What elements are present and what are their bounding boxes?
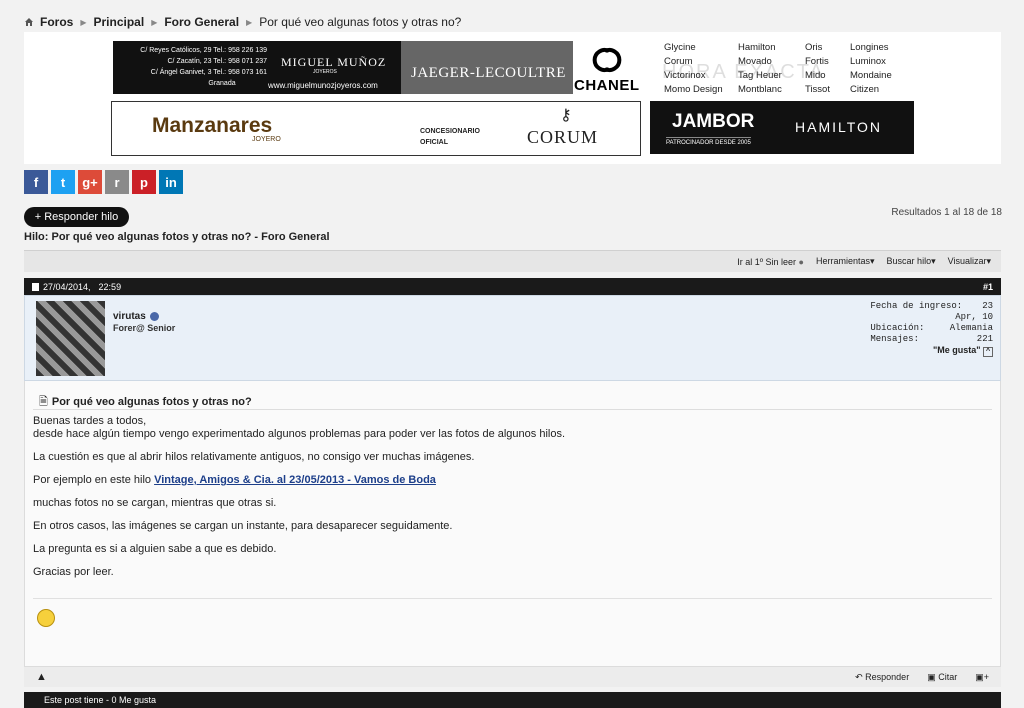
expand-icon[interactable]: ^ xyxy=(983,347,993,357)
breadcrumb-separator-icon: ▶ xyxy=(80,17,87,27)
post-user-panel: virutas Forer@ Senior Fecha de ingreso: 2… xyxy=(24,295,1001,381)
ad-web: www.miguelmunozjoyeros.com xyxy=(268,81,378,90)
smiley-icon xyxy=(37,609,55,627)
ad-brand-column: Longines Luminox Mondaine Citizen xyxy=(850,42,892,94)
ad-jaeger-lecoultre[interactable]: JAEGER-LECOULTRE xyxy=(401,41,573,94)
avatar[interactable] xyxy=(36,301,105,376)
breadcrumb-principal[interactable]: Principal xyxy=(94,15,145,29)
ad-jambor[interactable]: JAMBOR PATROCINADOR DESDE 2005 HAMILTON xyxy=(650,101,914,154)
post-title-icon: 🗎 xyxy=(39,396,48,408)
breadcrumb-current: Por qué veo algunas fotos y otras no? xyxy=(259,15,462,29)
user-rank: Forer@ Senior xyxy=(113,323,176,333)
ad-hora-exacta[interactable]: HORA EXACTA Glycine Corum Victorinox Momo D… xyxy=(652,41,916,94)
view-menu[interactable]: Visualizar▾ xyxy=(948,256,991,267)
likes-label: "Me gusta" ^ xyxy=(870,345,993,357)
first-unread-link[interactable]: Ir al 1º Sin leer ● xyxy=(737,257,804,267)
likes-footer: Este post tiene - 0 Me gusta xyxy=(24,692,1001,708)
divider xyxy=(33,409,992,410)
post-header: 27/04/2014, 22:59 #1 xyxy=(24,278,1001,295)
ad-jambor-brand: JAMBOR xyxy=(672,111,755,132)
breadcrumb-separator-icon: ▶ xyxy=(151,17,158,27)
results-count: Resultados 1 al 18 de 18 xyxy=(891,207,1002,218)
user-info: Fecha de ingreso: 23 Apr, 10 Ubicación: Al… xyxy=(870,301,993,357)
online-status-icon xyxy=(149,311,159,321)
pinterest-icon[interactable]: p xyxy=(132,170,156,194)
ad-sub: JOYERO xyxy=(252,136,281,143)
thread-toolbar: Ir al 1º Sin leer ● Herramientas▾ Buscar… xyxy=(24,250,1001,272)
ad-brand: JAEGER-LECOULTRE xyxy=(411,65,566,81)
tools-menu[interactable]: Herramientas▾ xyxy=(816,256,875,267)
twitter-icon[interactable]: t xyxy=(51,170,75,194)
ad-brand: Manzanares xyxy=(152,114,273,137)
post-time: 22:59 xyxy=(98,281,122,292)
post-actions: ▲ ↶ Responder ▣ Citar ▣+ xyxy=(24,667,1001,687)
ad-corum: CORUM xyxy=(527,127,599,147)
ad-concesionario: CONCESIONARIO OFICIAL xyxy=(420,128,480,146)
ad-brand-column: Hamilton Movado Tag Heuer Montblanc xyxy=(738,42,782,94)
reply-button[interactable]: ↶ Responder xyxy=(855,672,909,683)
ad-brand-column: Oris Fortis Mido Tissot xyxy=(805,42,830,94)
username[interactable]: virutas xyxy=(113,311,159,322)
quote-icon: ▣ xyxy=(927,671,936,682)
share-bar: f t g+ r p in xyxy=(24,170,183,194)
ad-hamilton: HAMILTON xyxy=(795,119,883,135)
ad-miguel-munoz[interactable]: C/ Reyes Católicos, 29 Tel.: 958 226 139… xyxy=(113,41,401,94)
ad-banner-panel: C/ Reyes Católicos, 29 Tel.: 958 226 139… xyxy=(24,32,1001,164)
facebook-icon[interactable]: f xyxy=(24,170,48,194)
ad-brand: CHANEL xyxy=(574,77,640,94)
chevron-down-icon: ▾ xyxy=(870,256,875,266)
quote-button[interactable]: ▣ Citar xyxy=(927,672,957,683)
post-document-icon xyxy=(32,282,39,291)
thread-link[interactable]: Vintage, Amigos & Cia. al 23/05/2013 - V… xyxy=(154,474,436,486)
post-number[interactable]: #1 xyxy=(983,282,993,292)
search-thread-menu[interactable]: Buscar hilo▾ xyxy=(887,256,936,267)
ad-chanel[interactable]: CHANEL xyxy=(573,41,643,94)
breadcrumb-foro-general[interactable]: Foro General xyxy=(164,15,239,29)
ad-address: C/ Reyes Católicos, 29 Tel.: 958 226 139… xyxy=(140,47,267,87)
post-body: 🗎 Por qué veo algunas fotos y otras no? B… xyxy=(24,381,1001,667)
multi-quote-button[interactable]: ▣+ xyxy=(975,672,989,683)
arrow-circle-icon: ● xyxy=(798,256,804,267)
thread-title: Hilo: Por qué veo algunas fotos y otras … xyxy=(24,231,330,243)
ad-patrocinador: PATROCINADOR DESDE 2005 xyxy=(666,137,751,146)
google-plus-icon[interactable]: g+ xyxy=(78,170,102,194)
corum-key-icon: ⚷ xyxy=(560,107,572,124)
reply-icon: ↶ xyxy=(855,671,863,682)
post-date: 27/04/2014, xyxy=(43,281,91,292)
breadcrumb-separator-icon: ▶ xyxy=(246,17,253,27)
chanel-logo-icon xyxy=(592,48,622,72)
reply-thread-button[interactable]: + Responder hilo xyxy=(24,207,129,227)
chevron-down-icon: ▾ xyxy=(931,256,936,266)
reddit-icon[interactable]: r xyxy=(105,170,129,194)
warning-icon[interactable]: ▲ xyxy=(36,671,47,683)
ad-manzanares[interactable]: Manzanares JOYERO CONCESIONARIO OFICIAL … xyxy=(111,101,641,156)
breadcrumb: Foros ▶ Principal ▶ Foro General ▶ Por q… xyxy=(24,15,461,29)
divider xyxy=(33,598,992,599)
post-content: Buenas tardes a todos, desde hace algún t… xyxy=(33,415,566,578)
linkedin-icon[interactable]: in xyxy=(159,170,183,194)
ad-sub: JOYEROS xyxy=(313,69,337,75)
breadcrumb-foros[interactable]: Foros xyxy=(40,15,73,29)
chevron-down-icon: ▾ xyxy=(986,256,991,266)
ad-brand: MIGUEL MUÑOZ xyxy=(281,55,387,69)
ad-brand-column: Glycine Corum Victorinox Momo Design xyxy=(664,42,723,94)
home-icon[interactable] xyxy=(24,17,34,27)
